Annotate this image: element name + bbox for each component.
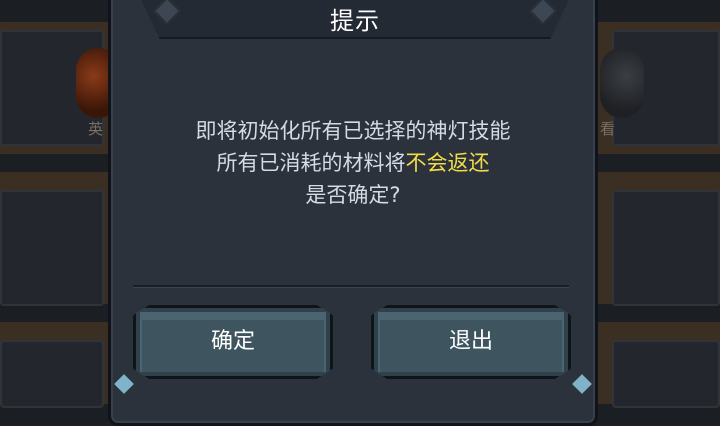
message-line: 即将初始化所有已选择的神灯技能 bbox=[195, 119, 511, 143]
corner-ornament-icon bbox=[572, 374, 592, 394]
background-label-right: 看 bbox=[600, 120, 616, 138]
background-card bbox=[0, 340, 104, 408]
dialog-title-bar: 提示 bbox=[133, 0, 577, 39]
message-line: 所有已消耗的材料将不会返还 bbox=[111, 147, 595, 179]
message-text: 所有已消耗的材料将 bbox=[216, 151, 406, 175]
background-card bbox=[0, 190, 104, 306]
dialog-divider bbox=[133, 285, 569, 288]
background-label-left: 英 bbox=[88, 120, 104, 138]
warning-highlight: 不会返还 bbox=[405, 151, 490, 175]
dialog-message: 即将初始化所有已选择的神灯技能 所有已消耗的材料将不会返还 是否确定? bbox=[111, 115, 595, 211]
background-card bbox=[612, 190, 720, 306]
exit-button[interactable]: 退出 bbox=[371, 305, 571, 379]
background-card bbox=[612, 340, 720, 408]
corner-ornament-icon bbox=[114, 374, 134, 394]
confirm-button[interactable]: 确定 bbox=[133, 305, 333, 379]
confirm-dialog: 提示 即将初始化所有已选择的神灯技能 所有已消耗的材料将不会返还 是否确定? 确… bbox=[108, 0, 598, 426]
message-line: 是否确定? bbox=[305, 183, 401, 207]
dialog-title: 提示 bbox=[330, 7, 380, 35]
background-portrait-right bbox=[600, 48, 644, 118]
